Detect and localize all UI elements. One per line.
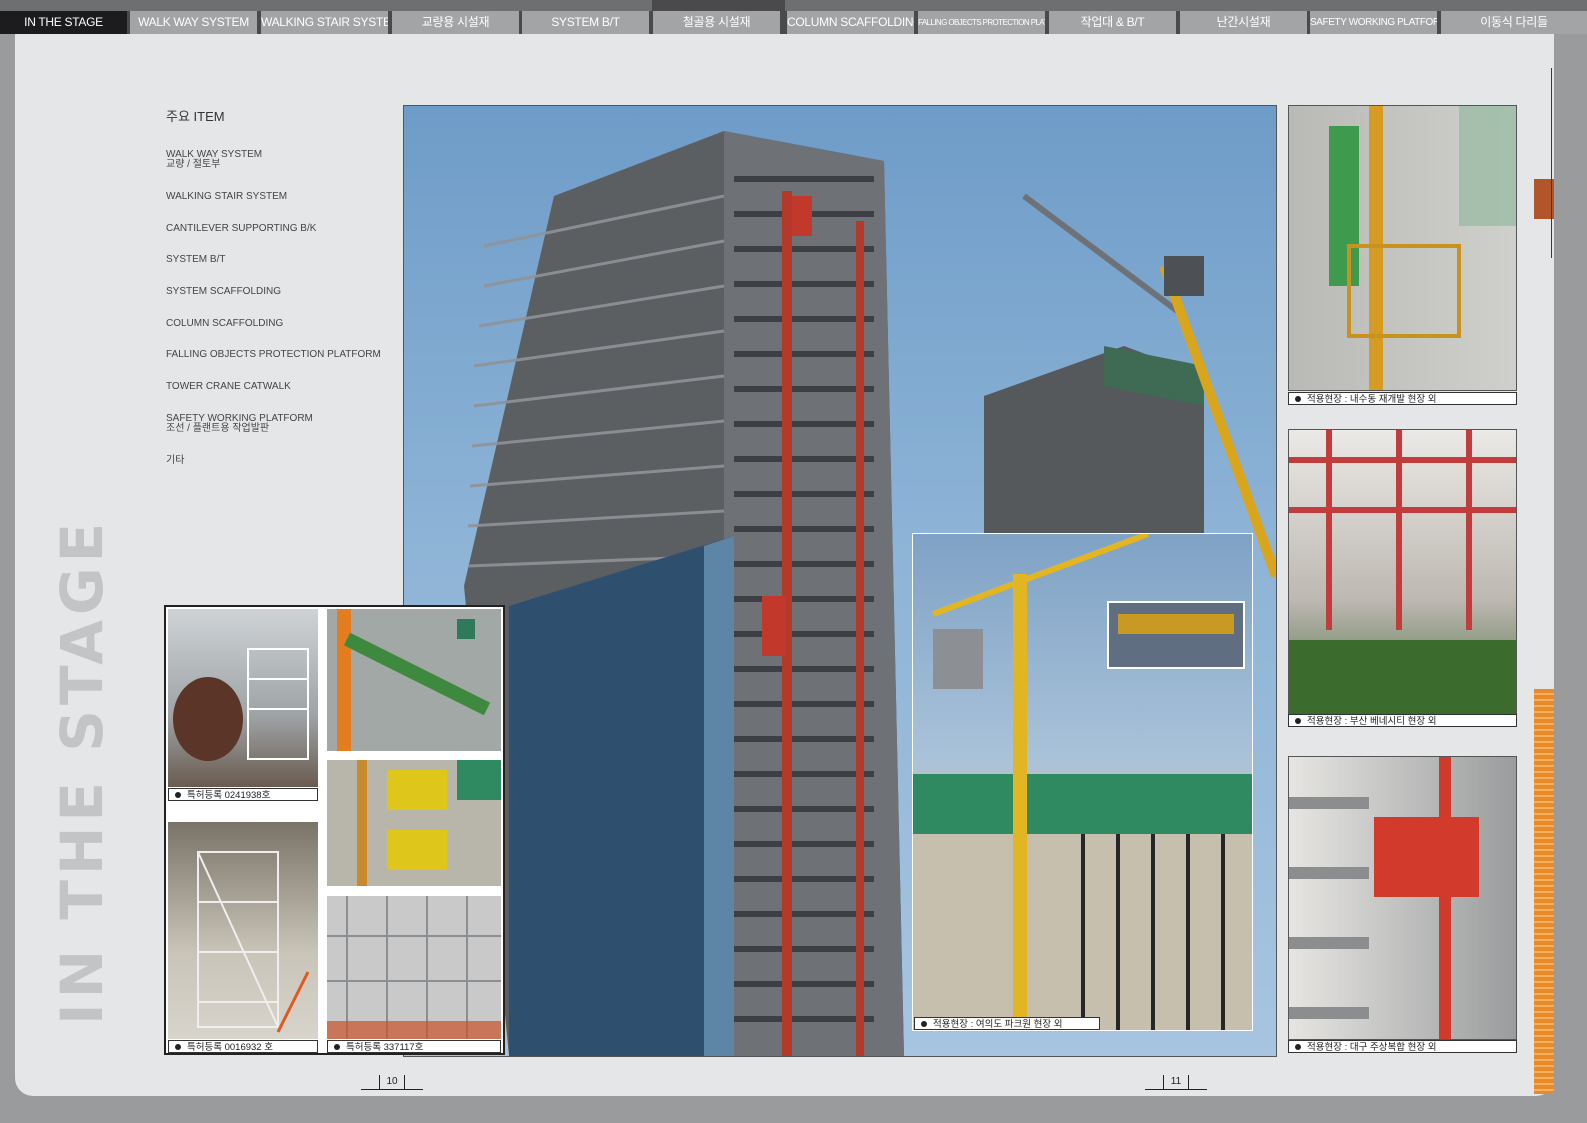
right-caption-top: 적용현장 : 내수동 재개발 현장 외: [1288, 392, 1517, 405]
tab-guardrail-facilities[interactable]: 난간시설재: [1180, 11, 1307, 34]
tab-steel-facilities[interactable]: 철골용 시설재: [653, 11, 780, 34]
gallery-photo-pipe: [168, 609, 318, 787]
tab-mobile-ladders[interactable]: 이동식 다리들: [1441, 11, 1587, 34]
tab-walk-way-system[interactable]: WALK WAY SYSTEM: [130, 11, 257, 34]
list-item: TOWER CRANE CATWALK: [166, 381, 291, 392]
list-item: SAFETY WORKING PLATFORM 조선 / 플랜트용 작업발판: [166, 413, 313, 434]
bullet-icon: [921, 1021, 927, 1028]
orange-edge-stripe: [1534, 689, 1554, 1094]
page-number-left: 10: [361, 1075, 423, 1090]
list-item: CANTILEVER SUPPORTING B/K: [166, 223, 317, 234]
stair-illustration: [357, 760, 501, 886]
edge-divider: [1551, 68, 1552, 258]
items-heading: 주요 ITEM: [166, 109, 225, 124]
nav-top-strip: [785, 0, 1587, 11]
gallery-photo-tower-scaffold: [168, 822, 318, 1039]
steel-frame-illustration: [1289, 430, 1516, 713]
hoist-red-illustration: [1289, 757, 1479, 1039]
list-item: FALLING OBJECTS PROTECTION PLATFORM: [166, 349, 381, 360]
side-title: IN THE STAGE: [48, 517, 116, 1025]
tab-in-the-stage[interactable]: IN THE STAGE: [0, 11, 127, 34]
list-item: SYSTEM SCAFFOLDING: [166, 286, 282, 297]
gallery-photo-walkway: [327, 609, 501, 751]
right-photo-hoist-green: [1288, 105, 1517, 391]
pipe-illustration: [173, 648, 309, 761]
right-caption-bottom: 적용현장 : 대구 주상복합 현장 외: [1288, 1040, 1517, 1053]
gallery-photo-stair: [327, 760, 501, 886]
gallery-caption-top-left: 특허등록 0241938호: [168, 788, 318, 801]
top-navigation: IN THE STAGE WALK WAY SYSTEM WALKING STA…: [0, 0, 1587, 34]
bullet-icon: [1295, 1044, 1301, 1051]
right-photo-hoist-red: [1288, 756, 1517, 1040]
tab-falling-objects-protection-platform[interactable]: FALLING OBJECTS PROTECTION PLATFORM: [918, 11, 1045, 34]
bullet-icon: [1295, 396, 1301, 403]
tab-safety-working-platform[interactable]: SAFETY WORKING PLATFORM: [1310, 11, 1437, 34]
tab-column-scaffolding[interactable]: COLUMN SCAFFOLDING: [787, 11, 914, 34]
walkway-illustration: [337, 609, 491, 751]
list-item: COLUMN SCAFFOLDING: [166, 318, 284, 329]
gallery-caption-bottom-left: 특허등록 0016932 호: [168, 1040, 318, 1053]
tower-scaffold-illustration: [197, 851, 310, 1033]
list-item: WALK WAY SYSTEM 교량 / 절토부: [166, 149, 263, 170]
crane-inset-caption: 적용현장 : 여의도 파크원 현장 외: [914, 1017, 1100, 1030]
system-bt-illustration: [327, 896, 501, 1039]
list-item: 기타: [166, 455, 185, 466]
list-item: SYSTEM B/T: [166, 254, 226, 265]
gallery-photo-system-bt: [327, 896, 501, 1039]
crane-inset-photo: [912, 533, 1253, 1031]
bullet-icon: [1295, 718, 1301, 725]
crane-illustration: [913, 534, 1252, 1030]
right-caption-middle: 적용현장 : 부산 베네시티 현장 외: [1288, 714, 1517, 727]
bullet-icon: [334, 1044, 340, 1051]
tab-walking-stair-system[interactable]: WALKING STAIR SYSTEM: [261, 11, 388, 34]
right-photo-steel-frame: [1288, 429, 1517, 714]
list-item: WALKING STAIR SYSTEM: [166, 191, 288, 202]
bullet-icon: [175, 792, 181, 799]
bullet-icon: [175, 1044, 181, 1051]
gallery-caption-bottom-right: 특허등록 337117호: [327, 1040, 501, 1053]
tab-system-bt[interactable]: SYSTEM B/T: [522, 11, 649, 34]
page-number-right: 11: [1145, 1075, 1207, 1090]
hoist-green-illustration: [1329, 106, 1516, 390]
nav-top-strip: [0, 0, 652, 11]
tab-work-platform-bt[interactable]: 작업대 & B/T: [1049, 11, 1176, 34]
tab-bridge-facilities[interactable]: 교량용 시설재: [392, 11, 519, 34]
